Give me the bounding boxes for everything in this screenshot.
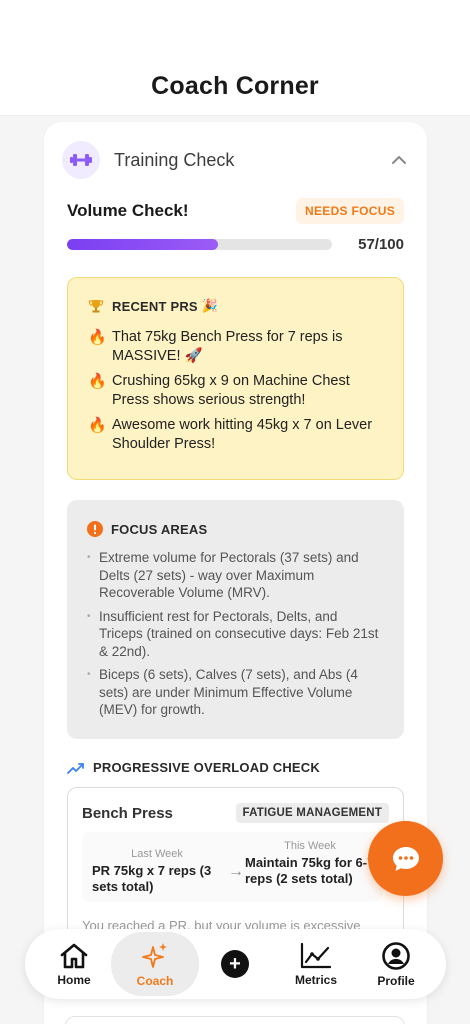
exercise-header: Bench Press FATIGUE MANAGEMENT xyxy=(82,803,389,823)
profile-icon xyxy=(382,941,410,970)
week-comparison: Last Week PR 75kg x 7 reps (3 sets total… xyxy=(82,832,382,902)
dumbbell-icon xyxy=(62,141,100,179)
pr-list: 🔥 That 75kg Bench Press for 7 reps is MA… xyxy=(88,328,383,454)
plus-icon: + xyxy=(221,950,249,978)
list-item: 🔥 Crushing 65kg x 9 on Machine Chest Pre… xyxy=(88,372,383,410)
list-item: • Insufficient rest for Pectorals, Delts… xyxy=(87,608,384,661)
fatigue-badge: FATIGUE MANAGEMENT xyxy=(235,803,389,823)
recent-prs-heading: RECENT PRS 🎉 xyxy=(88,298,383,314)
focus-areas-heading: FOCUS AREAS xyxy=(87,521,384,537)
focus-text: Biceps (6 sets), Calves (7 sets), and Ab… xyxy=(99,667,358,717)
chat-icon xyxy=(392,846,419,871)
next-card-peek xyxy=(65,1016,405,1024)
pr-text: Awesome work hitting 45kg x 7 on Lever S… xyxy=(112,417,373,452)
nav-coach-label: Coach xyxy=(136,973,174,988)
this-week-label: This Week xyxy=(284,840,336,852)
focus-text: Extreme volume for Pectorals (37 sets) a… xyxy=(99,550,359,600)
nav-coach[interactable]: Coach xyxy=(111,932,199,996)
volume-progress: 57/100 xyxy=(67,236,404,253)
volume-check-row: Volume Check! NEEDS FOCUS xyxy=(67,198,404,224)
focus-text: Insufficient rest for Pectorals, Delts, … xyxy=(99,608,379,659)
training-check-header[interactable]: Training Check xyxy=(62,140,409,180)
volume-check-title: Volume Check! xyxy=(67,201,189,220)
pr-text: Crushing 65kg x 9 on Machine Chest Press… xyxy=(112,373,350,408)
training-check-title: Training Check xyxy=(114,149,235,170)
bullet-icon: • xyxy=(87,552,91,563)
chevron-up-icon[interactable] xyxy=(389,150,409,170)
nav-metrics-label: Metrics xyxy=(294,972,338,987)
sparkles-icon xyxy=(142,942,167,968)
bullet-icon: • xyxy=(87,610,91,622)
needs-focus-badge: NEEDS FOCUS xyxy=(296,198,404,224)
page-title: Coach Corner xyxy=(151,72,319,100)
last-week-value: PR 75kg x 7 reps (3 sets total) xyxy=(92,863,212,894)
nav-add[interactable]: + xyxy=(215,929,255,999)
trending-up-icon xyxy=(67,762,85,774)
volume-score: 57/100 xyxy=(358,236,404,253)
list-item: 🔥 Awesome work hitting 45kg x 7 on Lever… xyxy=(88,416,383,454)
home-icon xyxy=(60,943,88,968)
trophy-icon xyxy=(88,298,104,314)
exercise-name: Bench Press xyxy=(82,804,173,822)
this-week: This Week Maintain 75kg for 6-7 reps (2 … xyxy=(245,840,375,887)
overload-label: PROGRESSIVE OVERLOAD CHECK xyxy=(93,760,320,775)
chart-icon xyxy=(300,942,332,968)
chat-button[interactable] xyxy=(368,821,443,896)
nav-profile[interactable]: Profile xyxy=(359,929,433,999)
pr-text: That 75kg Bench Press for 7 reps is MASS… xyxy=(112,329,343,364)
list-item: • Biceps (6 sets), Calves (7 sets), and … xyxy=(87,666,384,719)
nav-home-label: Home xyxy=(57,972,91,987)
training-check-card: Training Check Volume Check! NEEDS FOCUS… xyxy=(44,122,427,1024)
nav-metrics[interactable]: Metrics xyxy=(279,929,353,999)
progress-fill xyxy=(67,239,219,250)
recent-prs-label: RECENT PRS xyxy=(112,298,198,314)
focus-list: • Extreme volume for Pectorals (37 sets)… xyxy=(87,549,384,719)
last-week-label: Last Week xyxy=(131,848,183,860)
list-item: • Extreme volume for Pectorals (37 sets)… xyxy=(87,549,384,602)
recent-prs-box: RECENT PRS 🎉 🔥 That 75kg Bench Press for… xyxy=(67,277,404,480)
focus-areas-box: FOCUS AREAS • Extreme volume for Pectora… xyxy=(67,500,404,739)
party-emoji: 🎉 xyxy=(201,298,219,313)
fire-icon: 🔥 xyxy=(88,373,107,390)
top-header: Coach Corner xyxy=(0,0,470,116)
fire-icon: 🔥 xyxy=(88,329,107,346)
bullet-icon: • xyxy=(87,669,91,680)
arrow-right-icon: → xyxy=(228,863,244,880)
list-item: 🔥 That 75kg Bench Press for 7 reps is MA… xyxy=(88,328,383,366)
last-week: Last Week PR 75kg x 7 reps (3 sets total… xyxy=(92,848,222,895)
fire-icon: 🔥 xyxy=(88,417,107,434)
this-week-value: Maintain 75kg for 6-7 reps (2 sets total… xyxy=(245,855,375,886)
nav-profile-label: Profile xyxy=(377,973,415,988)
overload-heading: PROGRESSIVE OVERLOAD CHECK xyxy=(67,760,320,775)
alert-icon xyxy=(87,521,103,537)
progress-track xyxy=(67,239,332,250)
bottom-nav: Home Coach + Metrics Profile xyxy=(25,929,446,999)
nav-home[interactable]: Home xyxy=(37,929,111,999)
focus-areas-label: FOCUS AREAS xyxy=(111,521,208,537)
